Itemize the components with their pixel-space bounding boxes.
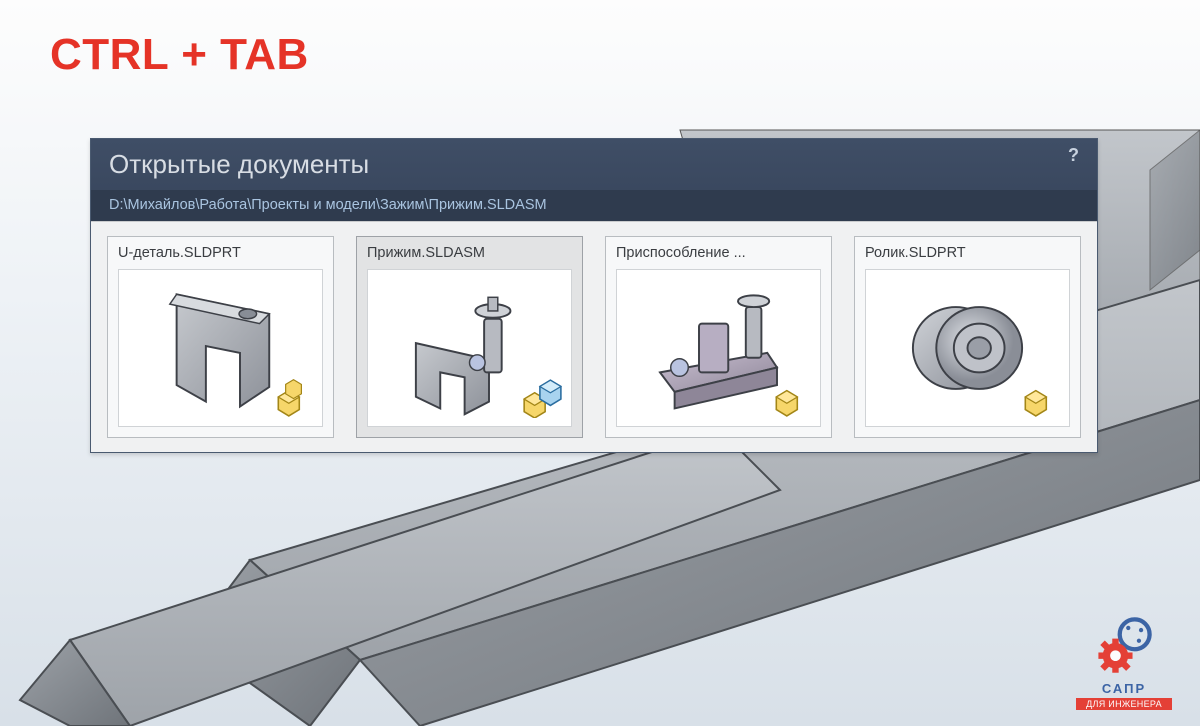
document-thumbnail <box>118 269 323 427</box>
document-tile[interactable]: Приспособление ... <box>605 236 832 438</box>
watermark-logo: САПР ДЛЯ ИНЖЕНЕРА <box>1076 613 1172 710</box>
watermark-text-2: ДЛЯ ИНЖЕНЕРА <box>1076 698 1172 710</box>
dialog-titlebar: Открытые документы ? <box>91 139 1097 191</box>
document-tile[interactable]: Прижим.SLDASM <box>356 236 583 438</box>
document-tile[interactable]: Ролик.SLDPRT <box>854 236 1081 438</box>
dialog-body: U-деталь.SLDPRT П <box>91 221 1097 452</box>
help-icon[interactable]: ? <box>1068 145 1079 166</box>
open-documents-dialog: Открытые документы ? D:\Михайлов\Работа\… <box>90 138 1098 453</box>
part-type-icon <box>272 376 314 418</box>
document-label: Приспособление ... <box>616 245 821 261</box>
document-grid: U-деталь.SLDPRT П <box>107 236 1081 438</box>
document-label: Ролик.SLDPRT <box>865 245 1070 261</box>
gear-logo-icon <box>1092 613 1156 677</box>
part-type-icon <box>1019 376 1061 418</box>
document-tile[interactable]: U-деталь.SLDPRT <box>107 236 334 438</box>
document-thumbnail <box>616 269 821 427</box>
dialog-title: Открытые документы <box>109 149 369 180</box>
part-type-icon <box>770 376 812 418</box>
document-label: U-деталь.SLDPRT <box>118 245 323 261</box>
document-label: Прижим.SLDASM <box>367 245 572 261</box>
document-thumbnail <box>367 269 572 427</box>
watermark-text-1: САПР <box>1076 681 1172 696</box>
dialog-file-path: D:\Михайлов\Работа\Проекты и модели\Зажи… <box>91 191 1097 221</box>
headline-shortcut: CTRL + TAB <box>50 30 309 80</box>
document-thumbnail <box>865 269 1070 427</box>
assembly-type-icon <box>521 376 563 418</box>
